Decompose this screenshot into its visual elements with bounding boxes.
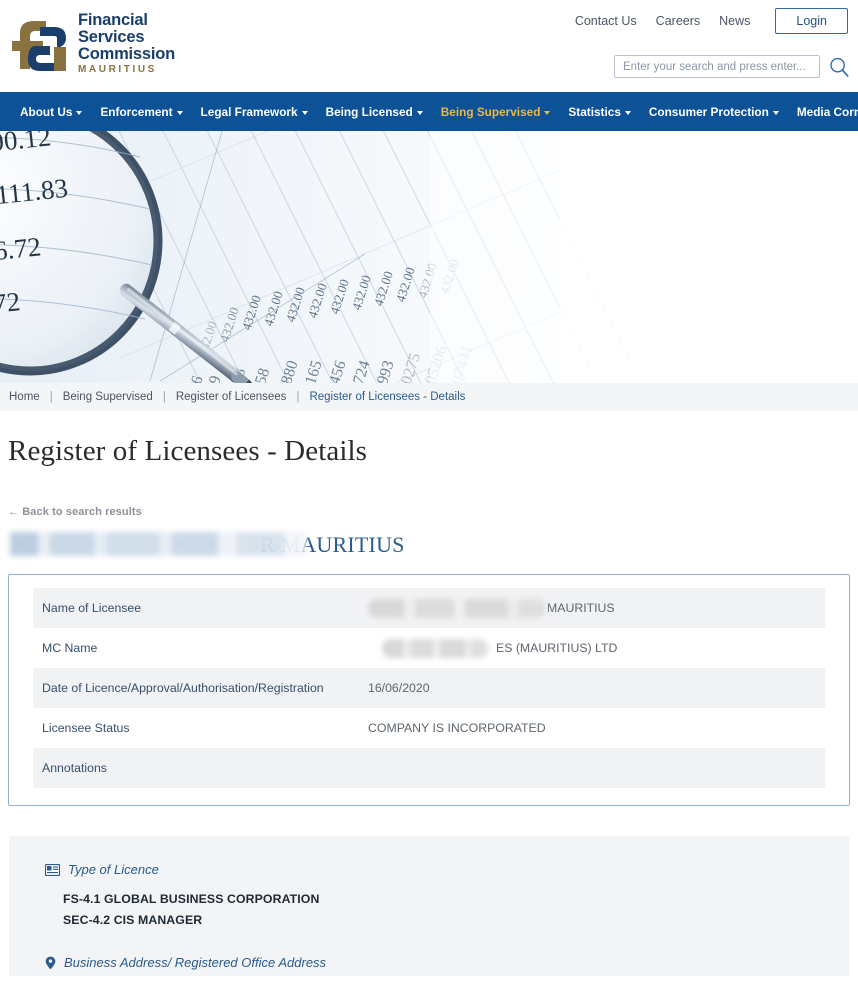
licence-info-panel: Type of Licence FS-4.1 GLOBAL BUSINESS C… [9,836,849,976]
type-of-licence-heading: Type of Licence [45,862,849,877]
logo-line-2: Services [78,28,145,47]
redaction-overlay [10,532,306,556]
nav-item-about-us[interactable]: About Us [11,105,91,119]
row-label: MC Name [42,641,98,655]
chevron-down-icon [76,111,83,115]
row-value-text: MAURITIUS [547,600,615,615]
breadcrumb-separator: | [162,391,166,403]
nav-item-legal-framework[interactable]: Legal Framework [192,105,317,119]
business-address-label: Business Address/ Registered Office Addr… [64,955,327,970]
table-row: MC Name ES (MAURITIUS) LTD [33,628,825,668]
breadcrumb-item-register-of-licensees[interactable]: Register of Licensees [176,391,287,403]
nav-label: Being Supervised [440,104,541,119]
breadcrumb-separator: | [49,391,53,403]
hero-image: 432.00 432.00 432.00 432.00 432.00 432.0… [0,131,858,383]
chevron-down-icon [176,111,183,115]
logo-wordmark: Financial Services Commission MAURITIUS [78,11,176,76]
table-row: Licensee Status COMPANY IS INCORPORATED [33,708,825,748]
nav-label: Enforcement [100,104,173,119]
top-link-news[interactable]: News [719,14,750,28]
top-link-contact-us[interactable]: Contact Us [575,14,637,28]
logo-line-1: Financial [78,11,148,29]
nav-label: Legal Framework [200,104,298,119]
chevron-down-icon [416,111,423,115]
nav-item-statistics[interactable]: Statistics [559,105,639,119]
map-pin-icon [45,956,56,969]
logo-line-3: Commission [78,45,176,64]
nav-label: Being Licensed [325,104,413,119]
nav-label: About Us [20,104,73,119]
search-area [614,55,850,78]
breadcrumb-item-current: Register of Licensees - Details [309,391,466,403]
search-input[interactable] [614,55,820,78]
row-label: Date of Licence/Approval/Authorisation/R… [33,668,351,708]
row-value-text: ES (MAURITIUS) LTD [496,640,618,655]
page-title: Register of Licensees - Details [8,435,368,467]
site-logo[interactable]: Financial Services Commission MAURITIUS [10,11,176,76]
breadcrumb-separator: | [296,391,300,403]
licensee-details-card: Name of Licensee MAURITIUS MC Name ES (M… [8,574,850,806]
nav-item-being-supervised[interactable]: Being Supervised [432,105,560,119]
business-address-block: Business Address/ Registered Office Addr… [9,955,849,970]
table-row: Date of Licence/Approval/Authorisation/R… [33,668,825,708]
nav-label: Consumer Protection [648,104,769,119]
row-value: MAURITIUS [351,588,825,628]
fsc-monogram-icon [12,20,66,71]
login-button[interactable]: Login [775,8,848,34]
nav-item-being-licensed[interactable]: Being Licensed [317,105,432,119]
redaction-overlay [382,638,488,658]
id-card-icon [45,863,60,876]
type-of-licence-label: Type of Licence [68,862,159,877]
breadcrumb-item-home[interactable]: Home [9,391,40,403]
type-of-licence-block: Type of Licence FS-4.1 GLOBAL BUSINESS C… [9,862,849,931]
nav-label: Media Corner [796,104,858,119]
row-value: ES (MAURITIUS) LTD [351,628,825,668]
row-label: Licensee Status [42,721,130,735]
nav-item-consumer-protection[interactable]: Consumer Protection [640,105,788,119]
utility-nav: Contact Us Careers News Login [575,8,848,34]
chevron-down-icon [301,111,308,115]
breadcrumb: Home | Being Supervised | Register of Li… [0,383,858,411]
row-value: COMPANY IS INCORPORATED [368,721,546,735]
row-value: 16/06/2020 [351,668,825,708]
row-label: Name of Licensee [33,588,351,628]
licensee-details-table: Name of Licensee MAURITIUS MC Name ES (M… [33,588,825,788]
row-value [351,748,825,788]
chevron-down-icon [772,111,779,115]
redaction-overlay [368,598,546,618]
licensee-name-heading: R MAURITIUS [10,530,858,560]
nav-label: Statistics [568,104,621,119]
business-address-heading: Business Address/ Registered Office Addr… [45,955,849,970]
nav-item-media-corner[interactable]: Media Corner [788,105,858,119]
chevron-down-icon [544,111,551,115]
top-link-careers[interactable]: Careers [656,14,700,28]
nav-item-enforcement[interactable]: Enforcement [91,105,191,119]
table-row: Annotations [33,748,825,788]
table-row: Name of Licensee MAURITIUS [33,588,825,628]
site-header: Financial Services Commission MAURITIUS … [0,0,858,92]
licence-type-line: FS-4.1 GLOBAL BUSINESS CORPORATION [63,892,320,906]
breadcrumb-item-being-supervised[interactable]: Being Supervised [63,391,153,403]
back-to-search-results-link[interactable]: ← Back to search results [0,468,858,518]
hero-banner: 432.00 432.00 432.00 432.00 432.00 432.0… [0,131,858,383]
chevron-down-icon [624,111,631,115]
logo-subtitle: MAURITIUS [78,64,157,76]
licence-type-line: SEC-4.2 CIS MANAGER [63,913,203,927]
row-label: Annotations [33,748,351,788]
search-icon[interactable] [828,56,850,78]
main-navigation: About Us Enforcement Legal Framework Bei… [0,92,858,131]
